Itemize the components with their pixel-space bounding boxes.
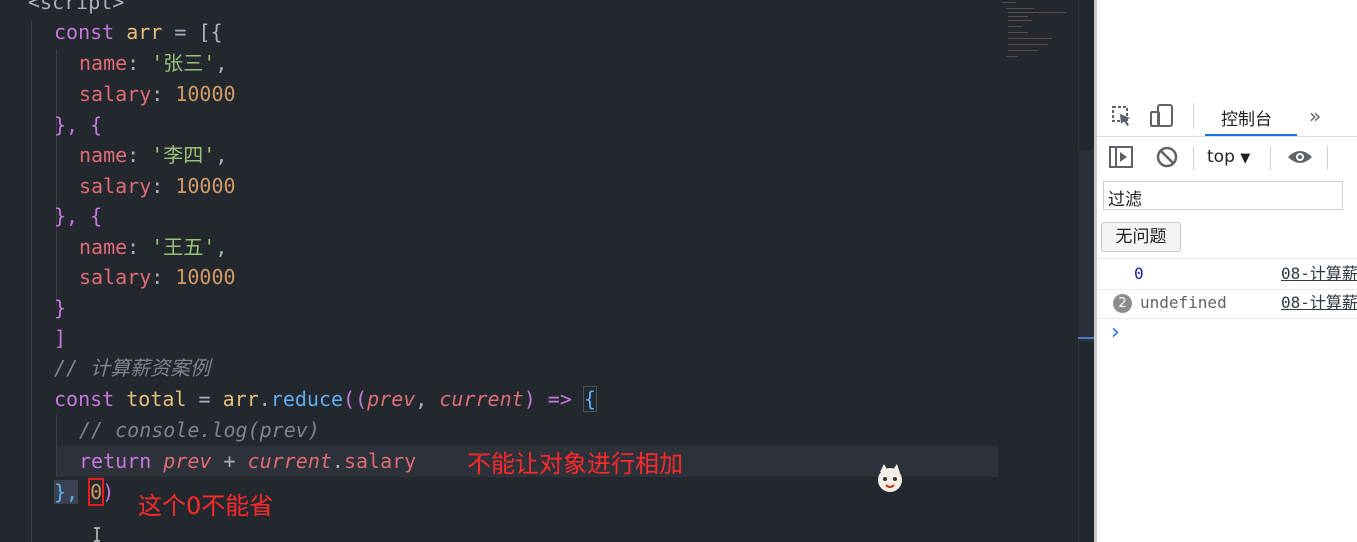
- context-selector[interactable]: top ▼: [1207, 147, 1250, 167]
- editor-scrollbar-thumb[interactable]: [1078, 150, 1094, 342]
- console-toolbar: top ▼: [1097, 138, 1357, 176]
- console-message-value: undefined: [1140, 293, 1227, 312]
- active-tab-indicator: [1205, 134, 1297, 136]
- code-comment-console: // console.log(prev): [79, 418, 320, 442]
- code-editor[interactable]: <script> const arr = [{ name: '张三', sala…: [0, 0, 1078, 542]
- code-line-11: }: [54, 296, 67, 320]
- indent-guide: [31, 20, 32, 542]
- tab-console[interactable]: 控制台: [1221, 105, 1272, 130]
- console-message: 0 08-计算薪: [1097, 258, 1357, 290]
- device-toolbar-icon[interactable]: [1149, 103, 1175, 129]
- more-tabs-button[interactable]: »: [1309, 104, 1321, 128]
- no-issues-button[interactable]: 无问题: [1101, 222, 1181, 252]
- code-line-2: const arr = [{: [54, 20, 223, 44]
- repeat-count-badge: 2: [1113, 294, 1132, 313]
- indent-guide: [56, 50, 57, 306]
- sidebar-toggle-icon[interactable]: [1109, 146, 1133, 168]
- code-comment-line: // 计算薪资案例: [54, 356, 211, 380]
- code-line-10: salary: 10000: [79, 265, 236, 289]
- code-line-3: name: '张三',: [79, 51, 228, 75]
- console-message: 2 undefined 08-计算薪: [1097, 288, 1357, 319]
- mascot-sticker-icon: [878, 464, 902, 492]
- code-line-6: name: '李四',: [79, 143, 228, 167]
- code-line-1: <script>: [28, 0, 125, 14]
- editor-minimap[interactable]: [1002, 0, 1072, 70]
- initial-value-zero: 0: [88, 478, 105, 506]
- text-cursor-icon: [94, 527, 100, 542]
- devtools-panel: 控制台 » top ▼ 过滤 无问题 0 08-计算薪 2 undefined …: [1094, 0, 1357, 542]
- code-line-close: }, 0): [54, 478, 115, 506]
- code-line-4: salary: 10000: [79, 82, 236, 106]
- scrollbar-cursor-marker: [1078, 337, 1094, 339]
- code-line-12: ]: [54, 326, 67, 350]
- devtools-tab-bar: 控制台 »: [1097, 96, 1357, 137]
- console-filter-input[interactable]: 过滤: [1103, 181, 1343, 210]
- code-line-5: }, {: [54, 113, 103, 137]
- code-line-9: name: '王五',: [79, 235, 228, 259]
- context-value: top: [1207, 147, 1235, 167]
- code-line-8: }, {: [54, 204, 103, 228]
- console-prompt[interactable]: ›: [1111, 320, 1120, 345]
- console-message-value: 0: [1134, 264, 1144, 283]
- live-expression-eye-icon[interactable]: [1287, 148, 1313, 166]
- indent-guide: [56, 415, 57, 477]
- dropdown-arrow-icon: ▼: [1240, 151, 1251, 166]
- code-line-reduce: const total = arr.reduce((prev, current)…: [54, 386, 597, 412]
- code-line-return: return prev + current.salary: [79, 449, 417, 473]
- inspect-element-icon[interactable]: [1111, 105, 1133, 127]
- annotation-no-add-objects: 不能让对象进行相加: [467, 450, 683, 478]
- clear-console-icon[interactable]: [1156, 146, 1178, 168]
- code-line-7: salary: 10000: [79, 174, 236, 198]
- console-message-source-link[interactable]: 08-计算薪: [1281, 288, 1357, 318]
- annotation-zero-required: 这个0不能省: [138, 492, 274, 520]
- console-message-source-link[interactable]: 08-计算薪: [1281, 259, 1357, 289]
